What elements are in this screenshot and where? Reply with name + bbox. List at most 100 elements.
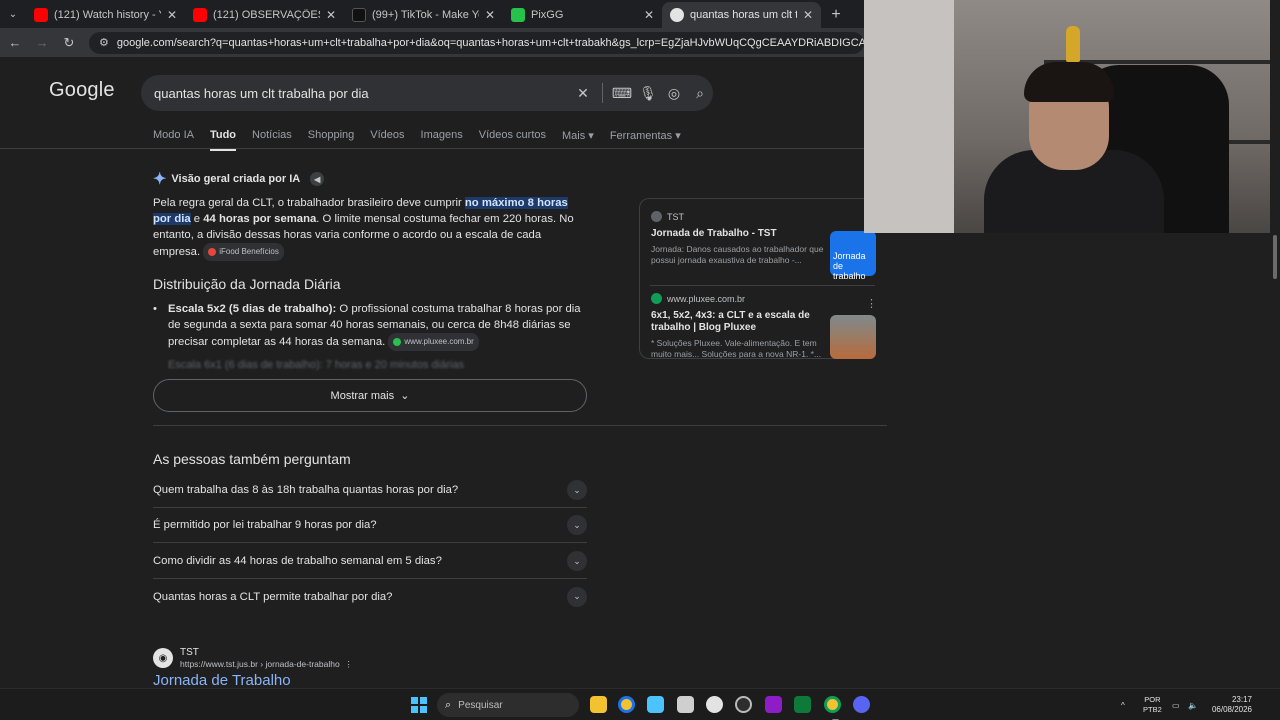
- tst-icon: [651, 211, 662, 222]
- browser-tab[interactable]: (121) Watch history - YouTube ✕: [26, 2, 185, 28]
- search-box[interactable]: quantas horas um clt trabalha por dia ✕ …: [141, 75, 713, 111]
- discord-icon[interactable]: [853, 696, 870, 713]
- ai-overview-subheading: Distribuição da Jornada Diária: [153, 276, 341, 292]
- show-more-button[interactable]: Mostrar mais ⌄: [153, 379, 587, 412]
- bold-text: 44 horas por semana: [203, 213, 317, 225]
- app-icon[interactable]: [765, 696, 782, 713]
- source-card[interactable]: TST Jornada de Trabalho - TST Jornada: D…: [651, 211, 827, 266]
- source-site: TST: [651, 211, 827, 222]
- browser-tab[interactable]: (121) OBSERVAÇÕES DIÁRIAS (| ✕: [185, 2, 344, 28]
- obs-icon[interactable]: [706, 696, 723, 713]
- browser-tab-active[interactable]: quantas horas um clt trabalha p ✕: [662, 2, 821, 28]
- youtube-icon: [34, 8, 48, 22]
- browser-tab[interactable]: (99+) TikTok - Make Your D ✕: [344, 2, 503, 28]
- app-icon[interactable]: [735, 696, 752, 713]
- source-description: Jornada: Danos causados ao trabalhador q…: [651, 244, 824, 265]
- close-icon[interactable]: ✕: [326, 8, 336, 22]
- back-icon[interactable]: ←: [3, 35, 27, 50]
- list-item: • Escala 5x2 (5 dias de trabalho): O pro…: [153, 301, 587, 351]
- text: e: [190, 213, 204, 225]
- file-explorer-icon[interactable]: [590, 696, 607, 713]
- lens-icon[interactable]: ◎: [661, 85, 687, 102]
- close-icon[interactable]: ✕: [644, 8, 654, 22]
- chevron-down-icon[interactable]: ⌄: [567, 515, 587, 535]
- result-url: https://www.tst.jus.br › jornada-de-trab…: [180, 659, 353, 669]
- clock[interactable]: 23:17 06/08/2026: [1206, 695, 1252, 715]
- chevron-up-icon[interactable]: ^: [1121, 689, 1125, 720]
- lang-code: POR: [1144, 695, 1161, 704]
- network-icon[interactable]: ▭: [1172, 689, 1180, 720]
- bold-text: Escala 5x2 (5 dias de trabalho):: [168, 303, 337, 315]
- close-icon[interactable]: ✕: [167, 8, 177, 22]
- address-bar[interactable]: ⚙ google.com/search?q=quantas+horas+um+c…: [89, 31, 864, 54]
- tab-title: quantas horas um clt trabalha p: [690, 9, 797, 21]
- reload-icon[interactable]: ↻: [57, 35, 81, 51]
- source-title[interactable]: 6x1, 5x2, 4x3: a CLT e a escala de traba…: [651, 310, 827, 334]
- new-tab-button[interactable]: +: [821, 2, 851, 28]
- tst-icon: ◉: [153, 648, 173, 668]
- app-icon[interactable]: [647, 696, 664, 713]
- tab-label: Mais: [562, 130, 586, 142]
- chrome-icon[interactable]: [824, 696, 841, 720]
- url-text: google.com/search?q=quantas+horas+um+clt…: [116, 36, 864, 49]
- clear-icon[interactable]: ✕: [570, 85, 596, 102]
- button-label: Mostrar mais: [330, 389, 395, 402]
- chevron-down-icon[interactable]: ⌄: [567, 586, 587, 607]
- question-item[interactable]: Como dividir as 44 horas de trabalho sem…: [153, 544, 587, 579]
- chrome-icon[interactable]: [618, 696, 635, 713]
- language-indicator[interactable]: POR PTB2: [1143, 695, 1162, 715]
- tiktok-icon: [352, 8, 366, 22]
- taskbar-search[interactable]: ⌕ Pesquisar: [437, 693, 579, 717]
- speaker-icon[interactable]: ◀: [310, 172, 325, 186]
- tab-title: PixGG: [531, 9, 564, 21]
- result-title-link[interactable]: Jornada de Trabalho: [153, 672, 291, 688]
- page-scrollbar[interactable]: [1270, 233, 1280, 688]
- question-text: Como dividir as 44 horas de trabalho sem…: [153, 555, 442, 567]
- scrollbar-thumb[interactable]: [1273, 235, 1277, 279]
- browser-tab[interactable]: PixGG ✕: [503, 2, 662, 28]
- ai-overview-header: ✦ Visão geral criada por IA ◀: [153, 169, 325, 189]
- question-item[interactable]: Quantas horas a CLT permite trabalhar po…: [153, 579, 587, 614]
- ifood-icon: [208, 247, 217, 256]
- google-logo[interactable]: Google: [49, 79, 115, 102]
- chevron-down-icon[interactable]: ⌄: [567, 480, 587, 500]
- divider: [602, 83, 603, 103]
- date: 06/08/2026: [1211, 705, 1252, 714]
- question-item[interactable]: Quem trabalha das 8 às 18h trabalha quan…: [153, 473, 587, 508]
- close-icon[interactable]: ✕: [485, 8, 495, 22]
- windows-taskbar: ⌕ Pesquisar ^ POR PTB2 ▭ 🔈 23:17 06/08/2…: [0, 688, 1280, 720]
- chip-label: iFood Benefícios: [219, 247, 279, 256]
- app-icon[interactable]: [677, 696, 694, 713]
- source-title[interactable]: Jornada de Trabalho - TST: [651, 228, 827, 240]
- close-icon[interactable]: ✕: [803, 8, 813, 22]
- text: Pela regra geral da CLT, o trabalhador b…: [153, 197, 465, 209]
- pluxee-icon: [651, 293, 662, 304]
- excel-icon[interactable]: [794, 696, 811, 713]
- source-card[interactable]: www.pluxee.com.br 6x1, 5x2, 4x3: a CLT e…: [651, 293, 827, 358]
- webcam-overlay: [864, 0, 1270, 233]
- site-info-icon[interactable]: ⚙: [99, 36, 109, 49]
- bullet: •: [153, 303, 157, 315]
- source-thumbnail[interactable]: Jornada de trabalho: [830, 231, 876, 281]
- search-icon[interactable]: ⌕: [687, 85, 713, 102]
- source-thumbnail[interactable]: [830, 315, 876, 359]
- volume-icon[interactable]: 🔈: [1188, 689, 1198, 720]
- ai-overview-title: Visão geral criada por IA: [171, 173, 301, 185]
- chevron-down-icon[interactable]: ⌄: [567, 551, 587, 571]
- ai-overview-list: • Escala 5x2 (5 dias de trabalho): O pro…: [153, 301, 587, 351]
- browser-toolbar: ← → ↻ ⚙ google.com/search?q=quantas+hora…: [0, 28, 864, 57]
- more-options-icon[interactable]: ⋮: [866, 297, 877, 310]
- source-chip[interactable]: iFood Benefícios: [203, 243, 284, 261]
- keyboard-icon[interactable]: ⌨: [609, 85, 635, 102]
- search-input[interactable]: quantas horas um clt trabalha por dia: [154, 86, 570, 101]
- windows-start-icon[interactable]: [411, 697, 427, 713]
- microphone-icon[interactable]: 🎙: [635, 85, 661, 102]
- forward-icon[interactable]: →: [30, 35, 54, 50]
- tab-search-button[interactable]: ⌄: [0, 0, 26, 28]
- question-item[interactable]: É permitido por lei trabalhar 9 horas po…: [153, 508, 587, 543]
- url-text: https://www.tst.jus.br › jornada-de-trab…: [180, 659, 340, 669]
- chip-label: www.pluxee.com.br: [404, 337, 474, 346]
- search-icon: ⌕: [445, 698, 452, 711]
- source-chip[interactable]: www.pluxee.com.br: [388, 333, 479, 351]
- keyboard-layout: PTB2: [1143, 705, 1162, 714]
